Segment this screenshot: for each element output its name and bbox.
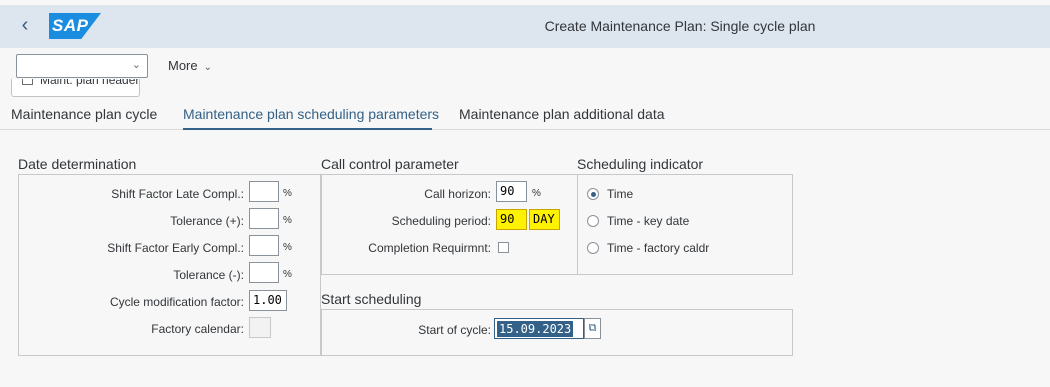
start-of-cycle-label: Start of cycle: (418, 323, 491, 337)
tolerance-plus-field[interactable] (249, 208, 279, 229)
completion-requirement-label: Completion Requirmnt: (368, 241, 491, 255)
shift-early-label: Shift Factor Early Compl.: (107, 241, 244, 255)
radio-time[interactable] (587, 188, 599, 200)
shift-early-unit: % (283, 242, 292, 253)
date-determination-title: Date determination (18, 156, 137, 172)
call-horizon-label: Call horizon: (424, 187, 491, 201)
tolerance-minus-label: Tolerance (-): (173, 268, 244, 282)
radio-time-factory-caldr-label: Time - factory caldr (607, 241, 710, 255)
scheduling-period-label: Scheduling period: (391, 214, 491, 228)
shift-late-label: Shift Factor Late Compl.: (111, 187, 244, 201)
start-of-cycle-value: 15.09.2023 (497, 321, 574, 337)
radio-time-factory-caldr[interactable] (587, 242, 599, 254)
tab-scheduling-parameters[interactable]: Maintenance plan scheduling parameters (183, 106, 439, 122)
command-combo[interactable]: ⌄ (16, 54, 148, 78)
more-label: More (168, 58, 198, 73)
factory-calendar-field[interactable] (249, 317, 271, 338)
tab-divider (0, 129, 1050, 130)
logo-text: SAP (52, 16, 89, 35)
tab-strip: Maintenance plan cycle Maintenance plan … (0, 100, 1050, 130)
toolbar: ⌄ More ⌄ (0, 48, 1050, 88)
tolerance-plus-label: Tolerance (+): (170, 214, 244, 228)
cycle-mod-field[interactable]: 1.00 (249, 290, 287, 311)
radio-time-label: Time (607, 187, 634, 201)
cycle-mod-label: Cycle modification factor: (109, 295, 244, 309)
shift-early-field[interactable] (249, 235, 279, 256)
call-control-title: Call control parameter (321, 156, 459, 172)
more-button[interactable]: More ⌄ (168, 58, 212, 73)
call-horizon-field[interactable]: 90 (496, 181, 527, 202)
shift-late-field[interactable] (249, 181, 279, 202)
tab-cycle[interactable]: Maintenance plan cycle (11, 106, 157, 122)
start-scheduling-title: Start scheduling (321, 291, 422, 307)
tab-additional-data[interactable]: Maintenance plan additional data (459, 106, 665, 122)
calendar-picker-icon[interactable]: ⧉ (584, 318, 601, 339)
completion-requirement-checkbox[interactable] (498, 242, 509, 253)
chevron-down-icon: ⌄ (203, 62, 213, 73)
shell-header: ‹ SAP Create Maintenance Plan: Single cy… (0, 5, 1050, 48)
maint-plan-header-button[interactable]: Maint. plan header (11, 79, 140, 97)
radio-time-key-date-label: Time - key date (607, 214, 690, 228)
active-tab-indicator (183, 128, 432, 130)
chevron-left-icon[interactable]: ‹ (14, 14, 36, 36)
factory-calendar-label: Factory calendar: (151, 322, 244, 336)
maint-plan-header-label: Maint. plan header (40, 79, 140, 87)
scheduling-indicator-title: Scheduling indicator (577, 156, 704, 172)
tolerance-plus-unit: % (283, 215, 292, 226)
sap-logo[interactable]: SAP (49, 13, 101, 39)
tolerance-minus-field[interactable] (249, 262, 279, 283)
tolerance-minus-unit: % (283, 269, 292, 280)
scheduling-period-field[interactable]: 90 (496, 209, 527, 230)
start-of-cycle-field[interactable]: 15.09.2023 (494, 318, 584, 339)
call-horizon-unit: % (532, 188, 541, 199)
checkbox-icon (22, 79, 33, 85)
shift-late-unit: % (283, 188, 292, 199)
scheduling-period-unit-field[interactable]: DAY (529, 209, 560, 230)
page-title: Create Maintenance Plan: Single cycle pl… (544, 18, 816, 34)
chevron-down-icon[interactable]: ⌄ (132, 58, 141, 71)
radio-time-key-date[interactable] (587, 215, 599, 227)
